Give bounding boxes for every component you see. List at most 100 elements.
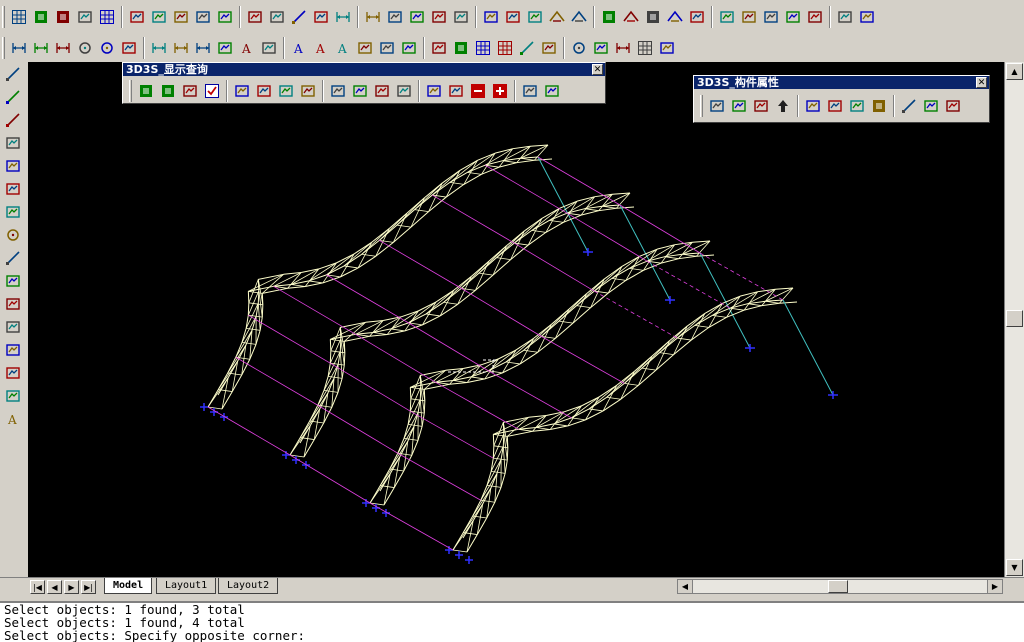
construction-line-icon[interactable] — [2, 86, 24, 108]
beam-icon[interactable] — [706, 95, 728, 117]
vertical-scrollbar[interactable]: ▲ ▼ — [1004, 62, 1024, 577]
green-box-icon[interactable] — [450, 37, 472, 59]
calculator-icon[interactable] — [524, 6, 546, 28]
arc-icon[interactable] — [2, 201, 24, 223]
link-icon[interactable] — [942, 95, 964, 117]
filter-icon[interactable] — [231, 80, 253, 102]
insert-block-icon[interactable] — [2, 293, 24, 315]
grid-icon[interactable] — [472, 37, 494, 59]
cube-icon[interactable] — [398, 37, 420, 59]
snap-icon[interactable] — [214, 6, 236, 28]
toolbar-grip[interactable] — [700, 95, 703, 117]
center-icon[interactable] — [258, 37, 280, 59]
scroll-left-button[interactable]: ◀ — [678, 580, 693, 593]
layer-icon[interactable] — [598, 6, 620, 28]
dimension-icon[interactable] — [8, 37, 30, 59]
red-icon[interactable] — [349, 80, 371, 102]
ellipse-icon[interactable] — [2, 270, 24, 292]
snap-icon[interactable] — [148, 6, 170, 28]
command-window[interactable]: Select objects: 1 found, 3 total Select … — [0, 601, 1024, 642]
color-bar-icon[interactable] — [656, 37, 678, 59]
snap-icon[interactable] — [266, 6, 288, 28]
dimension-icon[interactable] — [192, 37, 214, 59]
arch-icon[interactable] — [664, 6, 686, 28]
print-icon[interactable] — [384, 6, 406, 28]
tool-icon[interactable] — [716, 6, 738, 28]
pen-icon[interactable] — [824, 95, 846, 117]
snap-icon[interactable] — [126, 6, 148, 28]
scroll-up-button[interactable]: ▲ — [1006, 63, 1023, 80]
tab-first-icon[interactable]: |◀ — [30, 580, 45, 594]
polygon-icon[interactable] — [2, 155, 24, 177]
tool-icon[interactable] — [738, 6, 760, 28]
tab-prev-icon[interactable]: ◀ — [47, 580, 62, 594]
text-icon[interactable]: A — [2, 408, 24, 430]
grid-icon[interactable] — [494, 37, 516, 59]
print-icon[interactable] — [406, 6, 428, 28]
print-icon[interactable] — [480, 6, 502, 28]
line-icon[interactable] — [898, 95, 920, 117]
green-icon[interactable] — [135, 80, 157, 102]
dimension-icon[interactable] — [148, 37, 170, 59]
table-icon[interactable] — [96, 6, 118, 28]
support-icon[interactable] — [920, 95, 942, 117]
cross-icon[interactable] — [590, 37, 612, 59]
linetype-icon[interactable] — [288, 6, 310, 28]
table-icon[interactable] — [634, 37, 656, 59]
green-icon[interactable] — [157, 80, 179, 102]
label-icon[interactable] — [750, 95, 772, 117]
roof-icon[interactable] — [620, 6, 642, 28]
tab-next-icon[interactable]: ▶ — [64, 580, 79, 594]
window-icon[interactable] — [804, 6, 826, 28]
section-icon[interactable] — [846, 95, 868, 117]
region-icon[interactable] — [2, 385, 24, 407]
blue-icon[interactable] — [371, 80, 393, 102]
dimension-icon[interactable] — [362, 6, 384, 28]
grid-icon[interactable] — [8, 6, 30, 28]
exit-icon[interactable] — [856, 6, 878, 28]
layers-icon[interactable] — [868, 95, 890, 117]
dimension-icon[interactable] — [612, 37, 634, 59]
close-icon[interactable]: ✕ — [592, 64, 603, 75]
dimension-icon[interactable] — [170, 37, 192, 59]
blue-icon[interactable] — [393, 80, 415, 102]
layer-icon[interactable] — [642, 6, 664, 28]
tab-layout1[interactable]: Layout1 — [156, 578, 216, 594]
line-icon[interactable] — [2, 63, 24, 85]
make-block-icon[interactable] — [2, 316, 24, 338]
snap-icon[interactable] — [244, 6, 266, 28]
blue-icon[interactable] — [253, 80, 275, 102]
copy-icon[interactable] — [802, 95, 824, 117]
color-icon[interactable] — [74, 6, 96, 28]
layer-icon[interactable] — [52, 6, 74, 28]
plus-icon[interactable] — [489, 80, 511, 102]
tab-model[interactable]: Model — [104, 578, 152, 594]
beam-icon[interactable] — [728, 95, 750, 117]
blue-icon[interactable] — [275, 80, 297, 102]
layer-icon[interactable] — [30, 6, 52, 28]
scroll-right-button[interactable]: ▶ — [987, 580, 1002, 593]
text-icon[interactable]: A — [288, 37, 310, 59]
blue-icon[interactable] — [445, 80, 467, 102]
roof-icon[interactable] — [568, 6, 590, 28]
polyline-icon[interactable] — [2, 109, 24, 131]
text-icon[interactable]: A — [310, 37, 332, 59]
blue-icon[interactable] — [519, 80, 541, 102]
point-icon[interactable] — [2, 339, 24, 361]
tool-icon[interactable] — [686, 6, 708, 28]
horizontal-scroll-thumb[interactable] — [828, 580, 848, 593]
edit-icon[interactable] — [354, 37, 376, 59]
roof-icon[interactable] — [546, 6, 568, 28]
circle-icon[interactable] — [74, 37, 96, 59]
print-icon[interactable] — [428, 6, 450, 28]
help-icon[interactable] — [834, 6, 856, 28]
tab-last-icon[interactable]: ▶| — [81, 580, 96, 594]
dimension-icon[interactable] — [52, 37, 74, 59]
minus-icon[interactable] — [467, 80, 489, 102]
list-icon[interactable] — [541, 80, 563, 102]
rectangle-icon[interactable] — [2, 178, 24, 200]
drawing-canvas[interactable] — [28, 62, 1004, 577]
square-icon[interactable] — [428, 37, 450, 59]
dimension-icon[interactable] — [332, 6, 354, 28]
toolbar-grip[interactable] — [2, 6, 5, 28]
